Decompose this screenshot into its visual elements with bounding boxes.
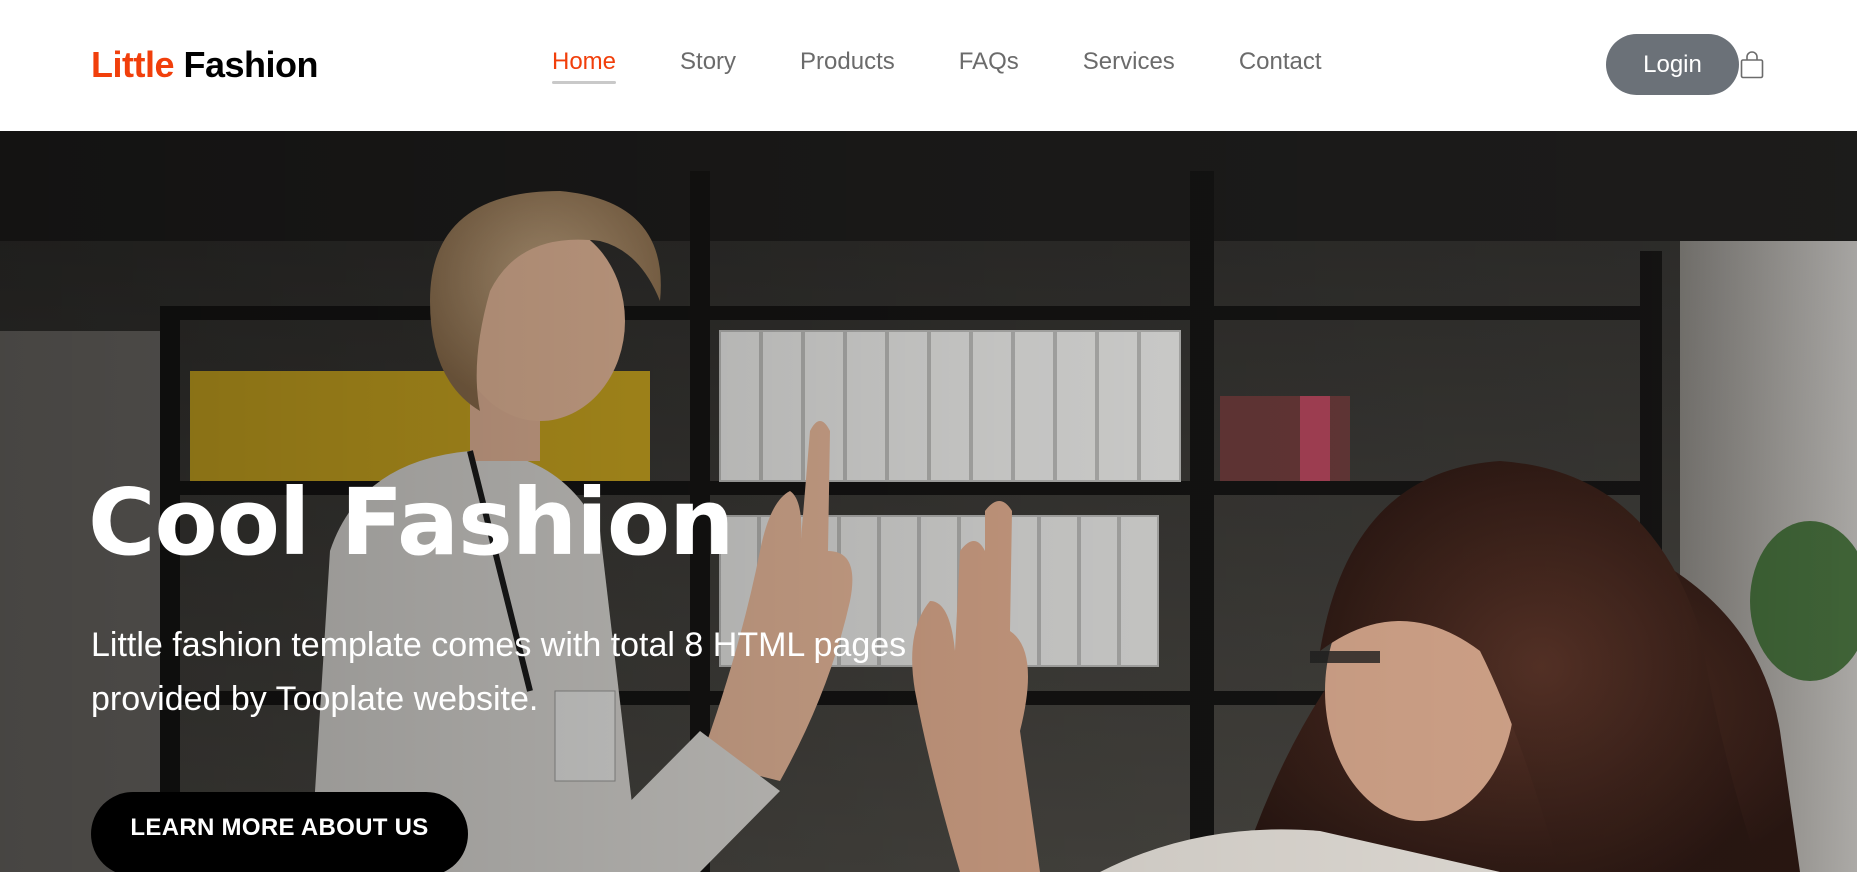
- nav-item-home[interactable]: Home: [552, 48, 617, 84]
- brand-logo[interactable]: Little Fashion: [91, 44, 319, 86]
- navbar: Little Fashion Home Story Products FAQs …: [0, 0, 1857, 131]
- hero-title: Cool Fashion: [88, 469, 735, 576]
- brand-part-1: Little: [91, 44, 175, 85]
- shopping-bag-icon[interactable]: [1740, 51, 1764, 79]
- learn-more-button[interactable]: LEARN MORE ABOUT US: [91, 792, 468, 872]
- nav-item-services[interactable]: Services: [1083, 48, 1175, 76]
- hero-section: Cool Fashion Little fashion template com…: [0, 131, 1857, 872]
- main-nav: Home Story Products FAQs Services Contac…: [552, 48, 1386, 84]
- login-button[interactable]: Login: [1606, 34, 1739, 95]
- hero-description: Little fashion template comes with total…: [91, 626, 907, 718]
- nav-item-story[interactable]: Story: [680, 48, 736, 76]
- nav-item-contact[interactable]: Contact: [1239, 48, 1322, 76]
- nav-item-faqs[interactable]: FAQs: [959, 48, 1019, 76]
- brand-part-2: Fashion: [183, 44, 319, 85]
- nav-item-products[interactable]: Products: [800, 48, 895, 76]
